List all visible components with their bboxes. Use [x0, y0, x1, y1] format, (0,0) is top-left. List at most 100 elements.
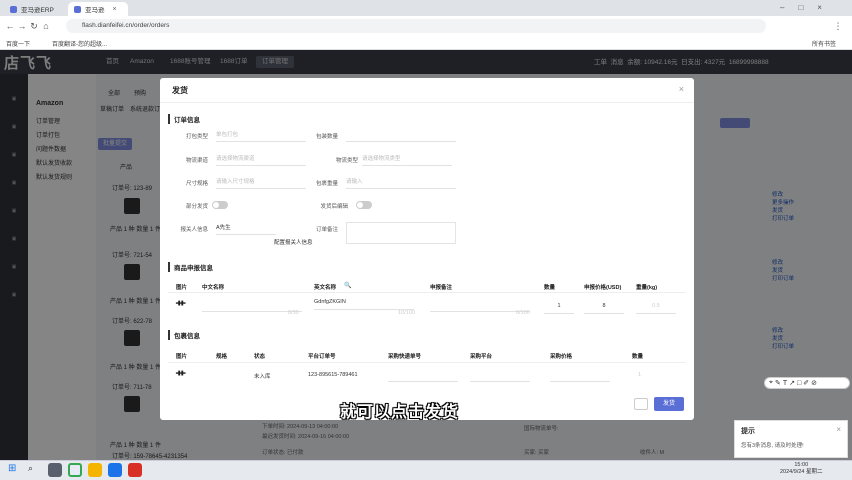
- section-package-info: 包裹信息: [168, 330, 200, 340]
- field-label: 发货后编辑: [320, 204, 348, 210]
- recorder-icon[interactable]: [128, 463, 142, 477]
- row-divider: [168, 362, 686, 363]
- partial-ship-toggle[interactable]: [212, 201, 228, 209]
- field-label: 打包类型: [185, 134, 208, 140]
- annotation-toolbar: ⌖ ✎ T ↗ □ ✐ ⊘: [764, 377, 850, 389]
- col-header: 采购平台: [470, 354, 493, 360]
- folder-icon[interactable]: [88, 463, 102, 477]
- row-divider: [168, 292, 686, 293]
- browser-tab-erp[interactable]: 亚马逊ERP: [4, 2, 66, 16]
- col-header: 数量: [632, 354, 644, 360]
- platform-select[interactable]: [470, 370, 530, 382]
- divider: [160, 102, 694, 103]
- edit-after-ship-toggle[interactable]: [356, 201, 372, 209]
- video-caption: 就可以点击发货: [340, 404, 460, 421]
- product-image: ᚑ: [176, 298, 186, 309]
- logistics-type-select[interactable]: 请选择物流类型: [362, 154, 452, 166]
- tab-close-icon[interactable]: ×: [113, 6, 117, 13]
- system-clock[interactable]: 15:00 2024/9/24 星期二: [780, 462, 823, 476]
- text-icon[interactable]: T: [783, 380, 787, 387]
- weight-stepper[interactable]: 0.5: [636, 302, 676, 314]
- modal-title: 发货: [172, 86, 188, 95]
- window-controls[interactable]: –□×: [780, 3, 836, 12]
- app-icon[interactable]: [108, 463, 122, 477]
- brush-icon[interactable]: ✐: [803, 379, 809, 387]
- field-label: 尺寸规格: [185, 181, 208, 187]
- package-image: ᚑ: [176, 368, 186, 379]
- shape-icon[interactable]: □: [797, 380, 801, 387]
- col-header: 状态: [254, 354, 266, 360]
- chrome-icon[interactable]: [68, 463, 82, 477]
- tab-label: 亚马逊: [85, 7, 105, 14]
- field-label: 订单备注: [315, 227, 338, 233]
- clear-icon[interactable]: ⊘: [811, 379, 817, 387]
- col-header: 采购快递单号: [388, 354, 422, 360]
- browser-tab-active[interactable]: 亚马逊 ×: [68, 2, 128, 16]
- tab-favicon-icon: [10, 5, 17, 13]
- col-header: 中文名称: [202, 285, 225, 291]
- search-icon[interactable]: 🔍: [344, 282, 351, 289]
- pack-qty-input[interactable]: [346, 130, 456, 142]
- search-icon[interactable]: ⌕: [28, 463, 33, 474]
- url-input[interactable]: flash.dianfeifei.cn/order/orders: [66, 19, 766, 33]
- forward-icon[interactable]: →: [16, 21, 28, 31]
- en-name-input[interactable]: GdnfgZKGIN: [314, 298, 414, 310]
- notification-close-icon[interactable]: ×: [836, 425, 841, 434]
- weight-input[interactable]: 请输入: [346, 177, 456, 189]
- taskview-icon[interactable]: [48, 463, 62, 477]
- clock-time: 15:00: [794, 462, 809, 468]
- reload-icon[interactable]: ↻: [28, 21, 40, 32]
- tracking-input[interactable]: [388, 370, 458, 382]
- tab-label: 亚马逊ERP: [21, 7, 54, 14]
- bg-tracking: 国际物流单号:: [524, 426, 559, 432]
- address-bar: ← → ↻ ⌂ flash.dianfeifei.cn/order/orders…: [0, 16, 852, 36]
- package-status: 未入库: [254, 374, 271, 380]
- char-count: 0/100: [516, 310, 530, 316]
- col-header: 采购价格: [550, 354, 573, 360]
- ship-button[interactable]: 发货: [654, 397, 684, 411]
- all-bookmarks[interactable]: 所有书签: [812, 39, 836, 48]
- cn-name-input[interactable]: [202, 300, 302, 312]
- field-label: 部分发货: [185, 204, 208, 210]
- pen-icon[interactable]: ✎: [775, 379, 781, 387]
- remark-input[interactable]: [430, 300, 530, 312]
- ship-modal: 发货 × 订单信息 打包类型 单包打包 包装数量 物流渠道 请选择物流渠道 物流…: [160, 78, 694, 420]
- bg-order-time: 下单时间: 2024-09-13 04:00:00: [262, 424, 339, 430]
- purchase-price-input[interactable]: [550, 370, 610, 382]
- menu-icon[interactable]: ⋮: [832, 21, 844, 32]
- tab-favicon-icon: [74, 5, 81, 13]
- char-count: 0/30: [288, 310, 299, 316]
- qty-input[interactable]: 1: [544, 302, 574, 314]
- back-icon[interactable]: ←: [4, 21, 16, 31]
- order-remark-textarea[interactable]: [346, 222, 456, 244]
- char-count: 10/100: [398, 310, 415, 316]
- col-header: 数量: [544, 285, 556, 291]
- clock-date: 2024/9/24 星期二: [780, 469, 823, 475]
- field-label: 物流类型: [335, 158, 358, 164]
- price-input[interactable]: 8: [584, 302, 624, 314]
- col-header: 英文名称: [314, 285, 337, 291]
- declarant-select[interactable]: A先生: [216, 223, 276, 235]
- platform-order-no: 123-895615-789461: [308, 372, 358, 378]
- bg-latest-ship: 最迟发货时间: 2024-09-16 04:00:00: [262, 434, 350, 440]
- home-icon[interactable]: ⌂: [40, 21, 52, 31]
- close-icon[interactable]: ×: [679, 84, 684, 94]
- col-header: 规格: [216, 354, 228, 360]
- notification-body: 您有3条消息, 请及时处理!: [741, 443, 804, 449]
- notification-popup: 提示 × 您有3条消息, 请及时处理!: [734, 420, 848, 458]
- section-order-info: 订单信息: [168, 114, 200, 124]
- bookmark-item[interactable]: 百度翻译-您的超级...: [52, 39, 107, 48]
- config-declarant-link[interactable]: 配置报关人信息: [274, 238, 313, 246]
- bg-buyer: 买家: 买家: [524, 450, 550, 456]
- col-header: 申报备注: [430, 285, 453, 291]
- logistics-channel-select[interactable]: 请选择物流渠道: [216, 154, 306, 166]
- col-header: 平台订单号: [308, 354, 336, 360]
- col-header: 图片: [176, 285, 188, 291]
- windows-start-icon[interactable]: ⊞: [8, 464, 16, 474]
- section-product-info: 商品申报信息: [168, 262, 213, 272]
- cancel-button[interactable]: [634, 398, 648, 410]
- pointer-icon[interactable]: ⌖: [769, 379, 773, 387]
- bookmark-item[interactable]: 百度一下: [6, 39, 30, 48]
- arrow-icon[interactable]: ↗: [789, 379, 795, 387]
- col-header: 申报价格(USD): [584, 285, 622, 291]
